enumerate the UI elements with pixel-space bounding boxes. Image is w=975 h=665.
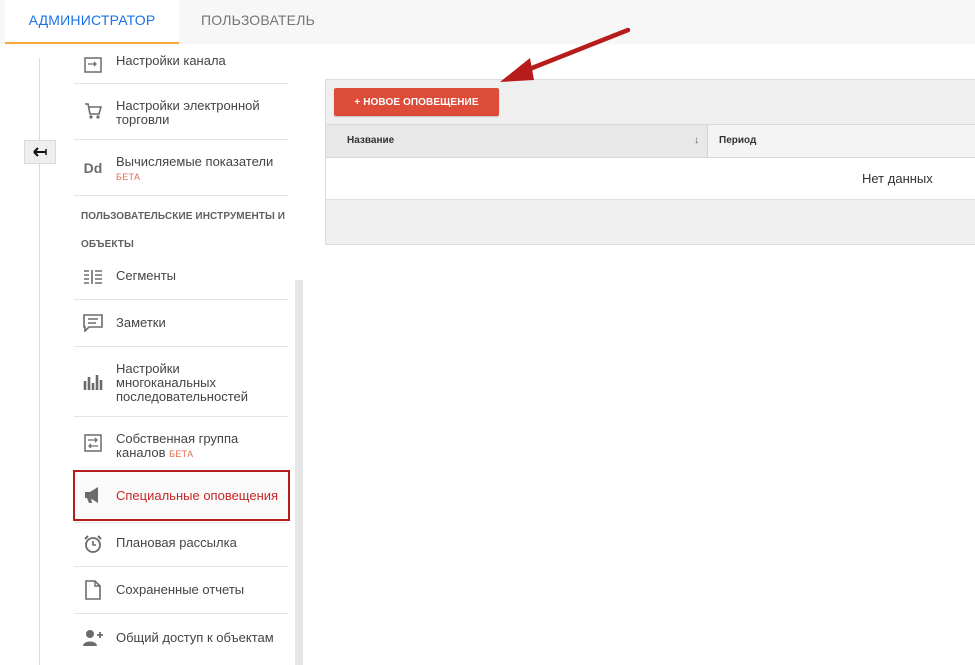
sidebar-item-share-assets[interactable]: Общий доступ к объектам [74,614,288,662]
new-alert-button[interactable]: + НОВОЕ ОПОВЕЩЕНИЕ [334,88,499,116]
section-title: ОБЪЕКТЫ [81,239,134,250]
section-title: ПОЛЬЗОВАТЕЛЬСКИЕ ИНСТРУМЕНТЫ И [81,211,286,222]
cart-icon [82,100,104,122]
sidebar-item-label: Собственная группа каналов БЕТА [116,432,238,461]
column-label: Название [347,135,395,146]
sidebar-item-calculated-metrics[interactable]: Dd Вычисляемые показатели БЕТА [74,140,288,194]
column-label: Период [719,135,757,146]
sidebar-item-custom-alerts[interactable]: Специальные оповещения [74,472,288,519]
sidebar-item-saved-reports[interactable]: Сохраненные отчеты [74,567,288,613]
label-line: каналов [116,445,166,460]
segments-icon [82,266,104,288]
sidebar-scrollbar[interactable] [295,280,303,665]
tab-user[interactable]: ПОЛЬЗОВАТЕЛЬ [184,0,332,44]
sidebar-item-ecommerce-settings[interactable]: Настройки электронной торговли [74,84,288,138]
back-button[interactable] [24,140,56,164]
megaphone-icon [82,484,104,506]
tab-administrator[interactable]: АДМИНИСТРАТОР [5,0,179,44]
sidebar-item-label: Плановая рассылка [116,535,237,550]
sidebar-item-label: Настройки многоканальных последовательно… [116,362,248,404]
label-line: торговли [116,112,170,127]
sidebar-item-label: Общий доступ к объектам [116,630,274,645]
label-line: многоканальных [116,375,217,390]
sidebar-item-label: Специальные оповещения [116,488,279,503]
table-body: Нет данных [326,158,975,200]
label-text: Вычисляемые показатели [116,154,274,169]
divider [74,195,288,196]
sidebar-item-notes[interactable]: Заметки [74,300,288,346]
column-header-name[interactable]: Название ↓ [326,125,708,157]
calculated-metrics-icon: Dd [83,160,103,176]
channel-group-icon [82,432,104,454]
table-header: Название ↓ Период [326,124,975,158]
column-header-period[interactable]: Период [709,125,975,157]
sidebar-item-label: Настройки канала [116,53,226,68]
sidebar-item-segments[interactable]: Сегменты [74,256,288,298]
label-line: Настройки [116,361,180,376]
sidebar-item-multichannel-settings[interactable]: Настройки многоканальных последовательно… [74,347,288,415]
sidebar-item-scheduled-emails[interactable]: Плановая рассылка [74,523,288,565]
label-line: Настройки электронной [116,98,260,113]
top-tab-bar: АДМИНИСТРАТОР ПОЛЬЗОВАТЕЛЬ [0,0,975,44]
multichannel-icon [82,371,104,393]
sidebar-item-label: Вычисляемые показатели БЕТА [116,155,273,184]
beta-badge: БЕТА [169,449,194,459]
beta-badge: БЕТА [116,172,141,182]
add-person-icon [82,627,104,649]
alarm-clock-icon [82,533,104,555]
notes-icon [82,312,104,334]
document-icon [82,579,104,601]
sidebar-item-channel-settings[interactable]: Настройки канала [74,48,288,82]
sidebar-item-label: Сегменты [116,268,177,283]
sidebar-item-label: Настройки электронной торговли [116,99,260,127]
label-line: Собственная группа [116,431,239,446]
sort-arrow-icon: ↓ [694,135,699,146]
back-arrow-icon [33,144,47,160]
empty-state-text: Нет данных [862,171,933,186]
sidebar-item-label: Заметки [116,315,166,330]
label-line: последовательностей [116,389,248,404]
sidebar-item-label: Сохраненные отчеты [116,582,245,597]
sidebar-item-custom-channel-group[interactable]: Собственная группа каналов БЕТА [74,417,288,467]
channel-settings-icon [82,54,104,76]
